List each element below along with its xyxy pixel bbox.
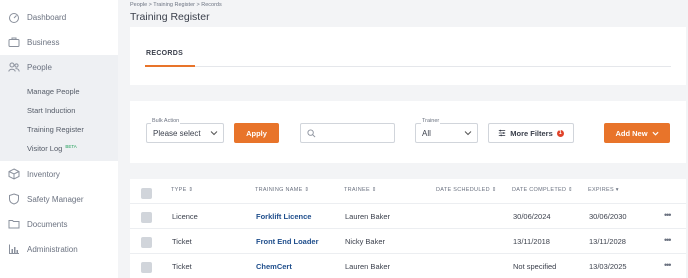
breadcrumb[interactable]: People > Training Register > Records: [130, 2, 222, 8]
row-checkbox[interactable]: [141, 262, 152, 273]
add-new-label: Add New: [615, 128, 648, 138]
cell-date-completed: 30/06/2024: [513, 212, 551, 221]
chevron-down-icon: [652, 131, 659, 136]
bulk-action-label: Bulk Action: [151, 118, 181, 124]
add-new-button[interactable]: Add New: [604, 123, 670, 143]
column-header-date-completed[interactable]: DATE COMPLETED ⇕: [512, 187, 573, 193]
beta-badge: BETA: [65, 144, 77, 149]
cell-expires: 30/06/2030: [589, 212, 627, 221]
bulk-action-value: Please select: [153, 128, 201, 138]
header-divider: [130, 203, 686, 204]
nav-item-administration[interactable]: Administration: [0, 237, 118, 261]
select-all-checkbox[interactable]: [141, 188, 152, 199]
filters-card: Please select Bulk Action Apply All Trai…: [130, 101, 686, 163]
sidebar-item-start-induction[interactable]: Start Induction: [27, 106, 75, 115]
people-icon: [7, 60, 21, 74]
shield-icon: [7, 192, 21, 206]
nav-item-inventory[interactable]: Inventory: [0, 162, 118, 186]
cell-date-completed: Not specified: [513, 262, 557, 271]
cell-expires: 13/03/2025: [589, 262, 627, 271]
filter-count-badge: 1: [556, 129, 564, 137]
cell-training-name[interactable]: ChemCert: [256, 262, 292, 271]
row-actions-menu[interactable]: •••: [664, 235, 672, 245]
row-divider: [130, 253, 686, 254]
sidebar-item-label: Visitor Log: [27, 144, 63, 153]
cell-type: Licence: [172, 212, 198, 221]
sidebar-item-visitor-log[interactable]: Visitor Log BETA: [27, 144, 77, 153]
tabs-card: RECORDS: [130, 27, 686, 85]
nav-item-safety-manager[interactable]: Safety Manager: [0, 187, 118, 211]
sidebar-item-manage-people[interactable]: Manage People: [27, 87, 80, 96]
cell-date-completed: 13/11/2018: [513, 237, 550, 246]
chart-icon: [7, 242, 21, 256]
row-actions-menu[interactable]: •••: [664, 210, 672, 220]
column-header-expires[interactable]: EXPIRES ▾: [588, 187, 619, 193]
sidebar: Dashboard Business People Manage People …: [0, 0, 118, 278]
nav-item-label: Business: [27, 37, 60, 47]
row-checkbox[interactable]: [141, 237, 152, 248]
row-checkbox[interactable]: [141, 212, 152, 223]
row-actions-menu[interactable]: •••: [664, 260, 672, 270]
folder-icon: [7, 217, 21, 231]
cell-training-name[interactable]: Forklift Licence: [256, 212, 311, 221]
nav-item-label: Administration: [27, 244, 78, 254]
cell-trainee: Lauren Baker: [345, 262, 391, 271]
nav-item-label: Inventory: [27, 169, 60, 179]
bulk-action-select[interactable]: Please select: [146, 123, 224, 143]
tab-records[interactable]: RECORDS: [146, 50, 183, 57]
nav-item-people[interactable]: People: [0, 55, 118, 79]
column-header-training-name[interactable]: TRAINING NAME ⇕: [255, 187, 309, 193]
people-group: People Manage People Start Induction Tra…: [0, 55, 118, 161]
box-icon: [7, 167, 21, 181]
more-filters-label: More Filters: [510, 128, 553, 138]
nav-item-business[interactable]: Business: [0, 30, 118, 54]
briefcase-icon: [7, 35, 21, 49]
tab-divider: [195, 66, 671, 67]
sidebar-item-training-register[interactable]: Training Register: [27, 125, 84, 134]
column-header-date-scheduled[interactable]: DATE SCHEDULED ⇕: [436, 187, 497, 193]
nav-item-label: Dashboard: [27, 12, 67, 22]
column-header-type[interactable]: TYPE ⇕: [171, 187, 193, 193]
column-header-trainee[interactable]: TRAINEE ⇕: [344, 187, 377, 193]
nav-item-documents[interactable]: Documents: [0, 212, 118, 236]
more-filters-button[interactable]: More Filters 1: [488, 123, 574, 143]
row-divider: [130, 228, 686, 229]
chevron-down-icon: [210, 131, 218, 136]
chevron-down-icon: [464, 131, 472, 136]
search-icon: [307, 129, 316, 138]
trainer-label: Trainer: [421, 118, 441, 124]
cell-trainee: Nicky Baker: [345, 237, 386, 246]
nav-item-label: People: [27, 62, 52, 72]
nav-item-dashboard[interactable]: Dashboard: [0, 5, 118, 29]
active-tab-indicator: [145, 65, 195, 67]
nav-item-label: Safety Manager: [27, 194, 84, 204]
records-table: TYPE ⇕ TRAINING NAME ⇕ TRAINEE ⇕ DATE SC…: [130, 179, 686, 278]
cell-type: Ticket: [172, 237, 192, 246]
cell-type: Ticket: [172, 262, 192, 271]
nav-item-label: Documents: [27, 219, 68, 229]
trainer-select[interactable]: All: [415, 123, 478, 143]
cell-trainee: Lauren Baker: [345, 212, 391, 221]
dashboard-icon: [7, 10, 21, 24]
search-input[interactable]: [300, 123, 395, 143]
cell-training-name[interactable]: Front End Loader: [256, 237, 319, 246]
trainer-value: All: [422, 128, 431, 138]
cell-expires: 13/11/2028: [589, 237, 626, 246]
page-title: Training Register: [130, 11, 210, 23]
sliders-icon: [499, 129, 506, 137]
apply-button[interactable]: Apply: [234, 123, 279, 143]
